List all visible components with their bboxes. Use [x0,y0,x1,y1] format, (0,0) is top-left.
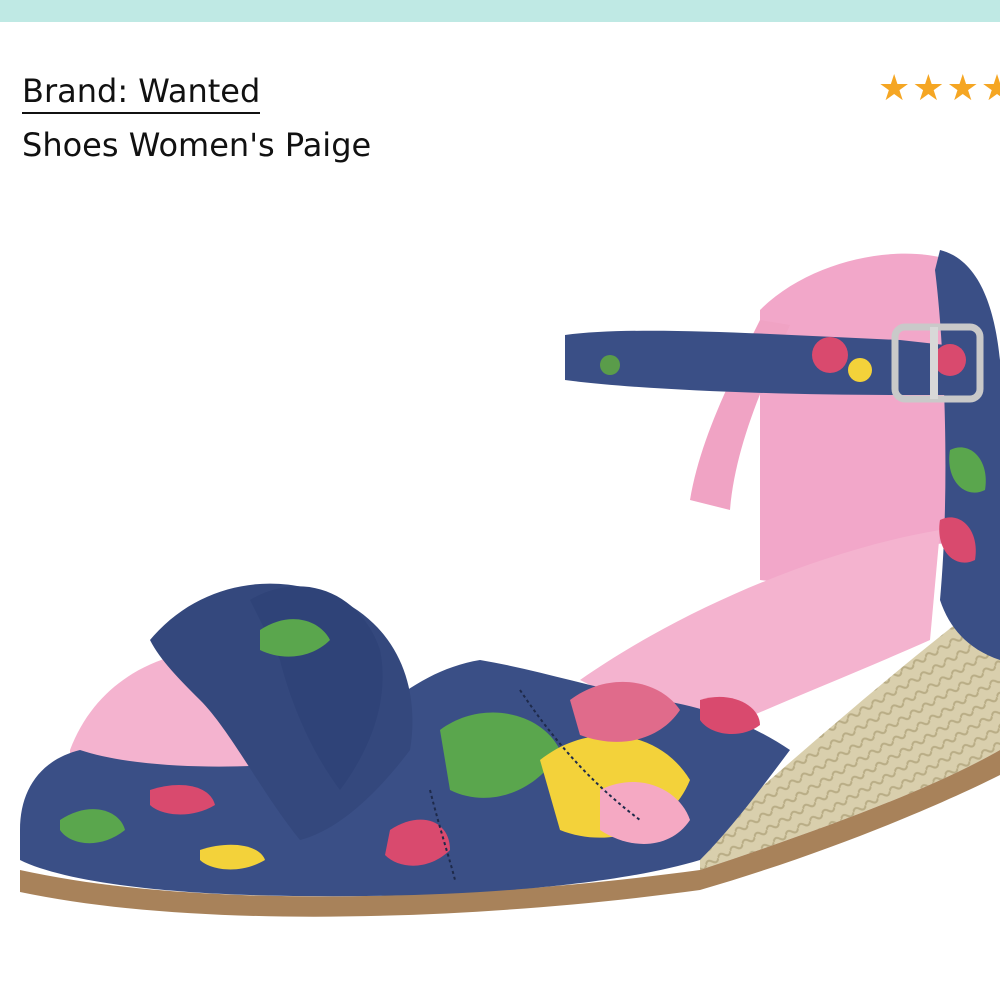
star-icon: ★ [946,70,979,109]
star-icon: ★ [878,70,911,109]
brand-link[interactable]: Brand: Wanted [22,70,261,114]
star-icon: ★ [980,70,1000,109]
product-image[interactable] [0,230,1000,930]
star-icon: ★ [912,70,945,109]
rating-stars[interactable]: ★ ★ ★ ★ [878,70,1000,110]
top-bar [0,0,1000,22]
product-title: Shoes Women's Paige [22,126,372,164]
